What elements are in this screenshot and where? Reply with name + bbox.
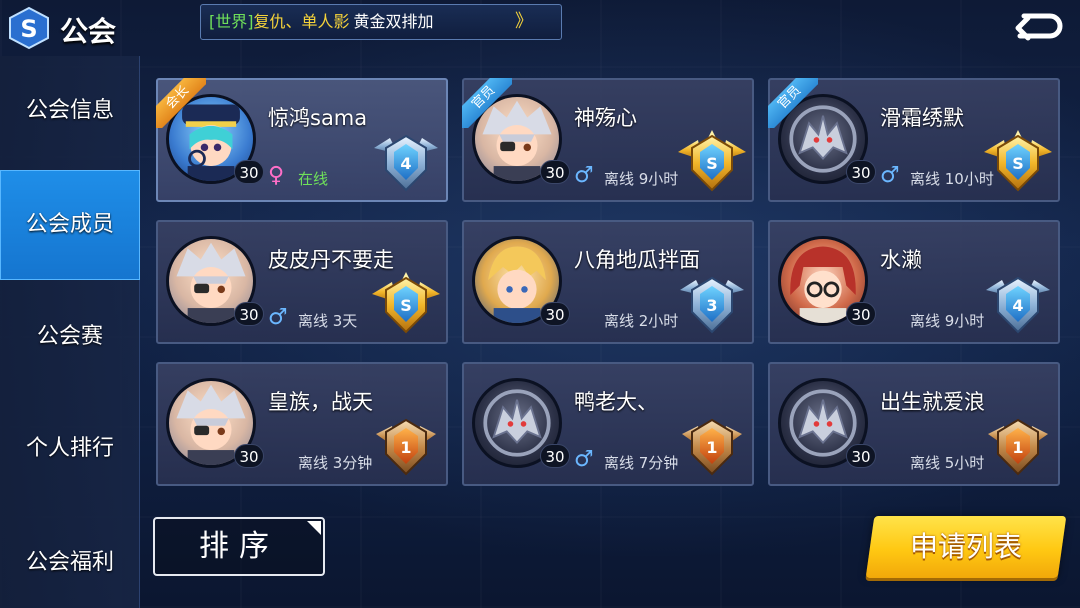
svg-text:3: 3 — [706, 296, 717, 315]
level-badge: 30 — [846, 160, 876, 184]
level-badge: 30 — [234, 160, 264, 184]
member-status: 离线 5小时 — [910, 454, 985, 472]
sidebar-item-guild-welfare[interactable]: 公会福利 — [0, 508, 140, 608]
guild-s-logo-icon: S — [9, 6, 49, 50]
rank-star-gold-badge-icon: S — [984, 130, 1052, 192]
apply-list-button-label: 申请列表 — [909, 530, 1022, 563]
member-status: 离线 7分钟 — [604, 454, 679, 472]
apply-list-button[interactable]: 申请列表 — [865, 516, 1067, 578]
member-name: 滑霜绣默 — [880, 106, 964, 130]
member-card[interactable]: 30 官员 神殇心 ♂ 离线 9小时 S — [462, 78, 754, 202]
male-gender-icon: ♂ — [574, 447, 594, 472]
sidebar-item-guild-info[interactable]: 公会信息 — [0, 56, 140, 166]
page-title: 公会 — [60, 15, 117, 48]
member-name: 皮皮丹不要走 — [268, 248, 394, 272]
member-card[interactable]: 30 会长 惊鸿sama ♀ 在线 4 — [156, 78, 448, 202]
level-badge: 30 — [540, 160, 570, 184]
broadcast-message: 黄金双排加 — [353, 12, 434, 31]
svg-text:4: 4 — [400, 154, 411, 173]
member-card[interactable]: 30 官员 滑霜绣默 ♂ 离线 10小时 S — [768, 78, 1060, 202]
sidebar-item-guild-match[interactable]: 公会赛 — [0, 282, 140, 392]
guild-leader-ribbon: 会长 — [156, 78, 206, 128]
svg-text:S: S — [400, 296, 412, 315]
level-badge: 30 — [846, 444, 876, 468]
male-gender-icon: ♂ — [574, 163, 594, 188]
sidebar-item-guild-members[interactable]: 公会成员 — [0, 170, 140, 280]
top-bar: S 公会 [世界]复仇、单人影 黄金双排加 》 — [0, 0, 1080, 56]
svg-text:1: 1 — [400, 438, 411, 457]
level-badge: 30 — [540, 302, 570, 326]
member-card[interactable]: 30 皮皮丹不要走 ♂ 离线 3天 S — [156, 220, 448, 344]
female-gender-icon: ♀ — [268, 163, 285, 188]
male-gender-icon: ♂ — [880, 163, 900, 188]
rank-bronze-badge-icon: 1 — [376, 418, 436, 476]
member-card[interactable]: 30 八角地瓜拌面 离线 2小时 3 — [462, 220, 754, 344]
sidebar: 公会信息 公会成员 公会赛 个人排行 公会福利 — [0, 56, 140, 608]
back-arrow-icon[interactable] — [1010, 8, 1064, 48]
rank-diamond-badge-icon: 4 — [374, 134, 438, 192]
member-status: 离线 9小时 — [604, 170, 679, 188]
sidebar-item-personal-ranking[interactable]: 个人排行 — [0, 394, 140, 504]
member-status: 离线 2小时 — [604, 312, 679, 330]
world-chat-broadcast[interactable]: [世界]复仇、单人影 黄金双排加 》 — [200, 4, 562, 40]
rank-bronze-badge-icon: 1 — [682, 418, 742, 476]
officer-ribbon: 官员 — [768, 78, 818, 128]
svg-text:4: 4 — [1012, 296, 1023, 315]
member-card[interactable]: 30 水濑 离线 9小时 4 — [768, 220, 1060, 344]
rank-diamond-badge-icon: 4 — [986, 276, 1050, 334]
level-badge: 30 — [846, 302, 876, 326]
member-name: 八角地瓜拌面 — [574, 248, 700, 272]
sort-button-label: 排序 — [199, 529, 279, 564]
member-name: 出生就爱浪 — [880, 390, 985, 414]
svg-text:S: S — [20, 15, 37, 43]
level-badge: 30 — [540, 444, 570, 468]
svg-text:S: S — [1012, 154, 1024, 173]
sort-button[interactable]: 排序 — [153, 517, 325, 576]
svg-text:1: 1 — [1012, 438, 1023, 457]
broadcast-channel: [世界] — [209, 12, 254, 31]
rank-star-gold-badge-icon: S — [678, 130, 746, 192]
officer-ribbon: 官员 — [462, 78, 512, 128]
level-badge: 30 — [234, 302, 264, 326]
member-status: 离线 3天 — [298, 312, 358, 330]
rank-diamond-badge-icon: 3 — [680, 276, 744, 334]
level-badge: 30 — [234, 444, 264, 468]
rank-bronze-badge-icon: 1 — [988, 418, 1048, 476]
member-name: 水濑 — [880, 248, 922, 272]
member-status: 离线 9小时 — [910, 312, 985, 330]
member-card[interactable]: 30 鸭老大、 ♂ 离线 7分钟 1 — [462, 362, 754, 486]
member-name: 鸭老大、 — [574, 390, 658, 414]
member-status: 在线 — [298, 170, 329, 188]
member-status: 离线 3分钟 — [298, 454, 373, 472]
member-name: 神殇心 — [574, 106, 637, 130]
member-name: 惊鸿sama — [268, 106, 368, 130]
broadcast-expand-icon[interactable]: 》 — [515, 5, 533, 39]
corner-triangle-icon — [307, 521, 321, 535]
male-gender-icon: ♂ — [268, 305, 288, 330]
svg-text:1: 1 — [706, 438, 717, 457]
svg-text:S: S — [706, 154, 718, 173]
member-card[interactable]: 30 皇族，战天 离线 3分钟 1 — [156, 362, 448, 486]
rank-star-gold-badge-icon: S — [372, 272, 440, 334]
broadcast-sender: 复仇、单人影 — [253, 12, 350, 31]
member-card[interactable]: 30 出生就爱浪 离线 5小时 1 — [768, 362, 1060, 486]
member-name: 皇族，战天 — [268, 390, 373, 414]
